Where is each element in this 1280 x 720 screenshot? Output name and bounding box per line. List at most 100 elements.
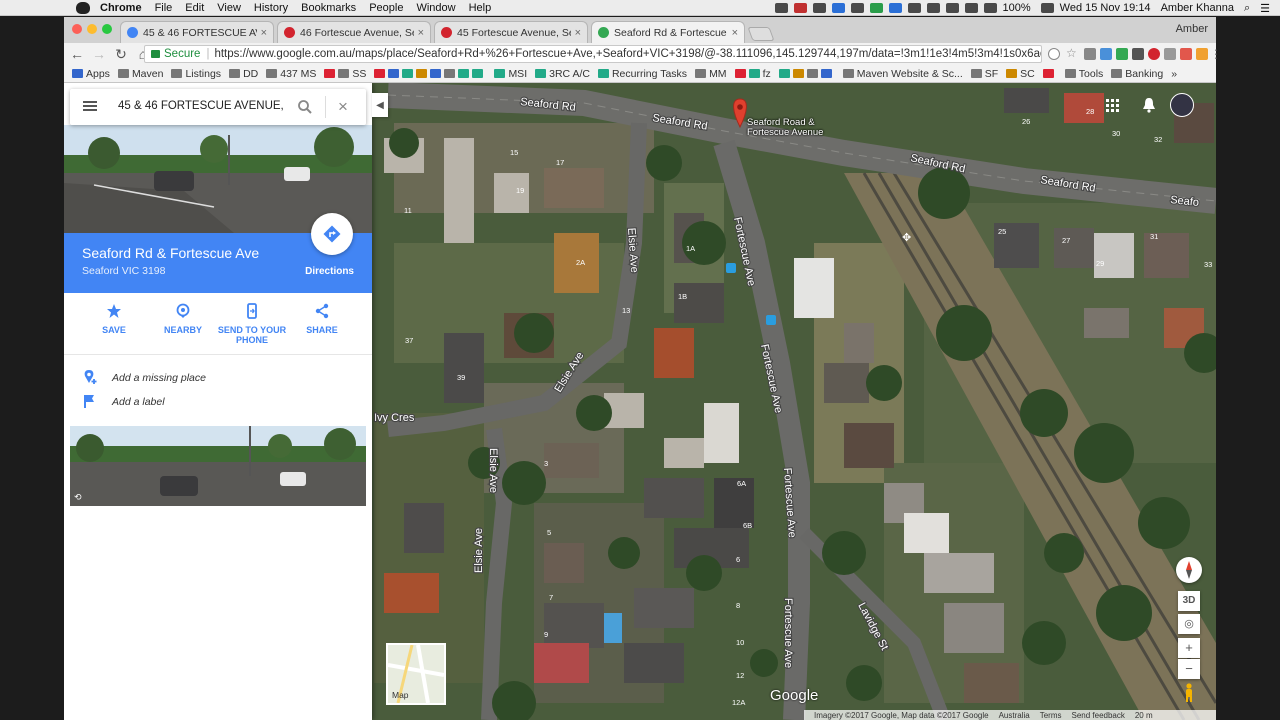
status-icon-3[interactable]	[812, 3, 826, 13]
bookmark-msi[interactable]: MSI	[494, 68, 527, 80]
bookmark-folder-437ms[interactable]: 437 MS	[266, 68, 316, 80]
zoom-in-button[interactable]: +	[1178, 638, 1200, 658]
bookmark-maven-website[interactable]: Maven Website & Sc...	[842, 68, 963, 80]
chrome-menu-icon[interactable]: ⋮	[1210, 48, 1222, 60]
add-missing-place-link[interactable]: Add a missing place	[82, 369, 206, 387]
directions-button[interactable]	[311, 213, 353, 255]
region-link[interactable]: Australia	[999, 711, 1030, 720]
tab-2[interactable]: 46 Fortescue Avenue, Seaford ×	[277, 21, 431, 43]
menu-app-chrome[interactable]: Chrome	[100, 2, 142, 14]
tab-close-icon[interactable]: ×	[732, 27, 738, 39]
spotlight-icon[interactable]: ⌕	[1244, 2, 1250, 15]
my-location-icon[interactable]: ◎	[1178, 614, 1200, 634]
zoom-out-button[interactable]: −	[1178, 659, 1200, 679]
tab-3[interactable]: 45 Fortescue Avenue, Seaford ×	[434, 21, 588, 43]
menu-file[interactable]: File	[155, 2, 173, 14]
forward-arrow-icon[interactable]: →	[90, 45, 108, 63]
menu-people[interactable]: People	[369, 2, 403, 14]
menu-history[interactable]: History	[254, 2, 288, 14]
map-view-toggle[interactable]: Map	[386, 643, 446, 705]
status-icon-6[interactable]	[888, 3, 902, 13]
terms-link[interactable]: Terms	[1040, 711, 1062, 720]
url-text[interactable]: https://www.google.com.au/maps/place/Sea…	[214, 48, 1041, 60]
bookmark-star-icon[interactable]: ☆	[1066, 47, 1078, 59]
bus-stop-icon[interactable]	[766, 315, 776, 325]
status-icon-1[interactable]	[774, 3, 788, 13]
reload-icon[interactable]: ↻	[112, 45, 130, 63]
bookmarks-overflow-chevron-icon[interactable]: »	[1171, 68, 1177, 80]
scale-bar[interactable]: 20 m	[1135, 711, 1153, 720]
extension-icon-4[interactable]	[1132, 48, 1144, 60]
street-view-thumbnail[interactable]: ⟲	[70, 426, 366, 506]
dropbox-icon[interactable]	[831, 3, 845, 13]
volume-icon[interactable]	[983, 3, 997, 13]
notifications-bell-icon[interactable]	[1142, 97, 1156, 113]
minimize-window-button[interactable]	[87, 24, 97, 34]
tab-close-icon[interactable]: ×	[418, 27, 424, 39]
tab-4-active[interactable]: Seaford Rd & Fortescue Ave - G ×	[591, 21, 745, 43]
compass-icon[interactable]	[1176, 557, 1202, 583]
apple-icon[interactable]	[76, 1, 90, 14]
new-tab-button[interactable]	[747, 27, 775, 41]
zoom-magnifier-icon[interactable]	[1048, 48, 1060, 60]
bookmark-folder-maven[interactable]: Maven	[117, 68, 163, 80]
bookmark-recurring-tasks[interactable]: Recurring Tasks	[597, 68, 687, 80]
status-icon-7[interactable]	[907, 3, 921, 13]
notification-center-icon[interactable]: ☰	[1260, 2, 1270, 15]
save-button[interactable]: SAVE	[74, 303, 154, 335]
add-label-link[interactable]: Add a label	[82, 393, 165, 411]
bookmark-folder-listings[interactable]: Listings	[171, 68, 221, 80]
apps-grid-icon[interactable]	[1106, 99, 1120, 113]
bookmark-sc[interactable]: SC	[1006, 68, 1035, 80]
bus-stop-icon[interactable]	[726, 263, 736, 273]
profile-name[interactable]: Amber	[1176, 23, 1208, 35]
bookmark-icon-row-2[interactable]	[778, 69, 835, 78]
bookmark-fz[interactable]: fz	[734, 68, 771, 80]
menu-edit[interactable]: Edit	[185, 2, 204, 14]
menu-help[interactable]: Help	[469, 2, 492, 14]
bookmark-folder-banking[interactable]: Banking	[1111, 68, 1163, 80]
nearby-button[interactable]: NEARBY	[143, 303, 223, 335]
menu-window[interactable]: Window	[416, 2, 455, 14]
menu-view[interactable]: View	[217, 2, 241, 14]
menubar-clock[interactable]: Wed 15 Nov 19:14	[1060, 2, 1151, 14]
extension-icon-3[interactable]	[1116, 48, 1128, 60]
bookmark-folder-dd[interactable]: DD	[229, 68, 258, 80]
extension-icon-7[interactable]	[1180, 48, 1192, 60]
bookmark-folder-tools[interactable]: Tools	[1064, 68, 1103, 80]
bookmark-3rc[interactable]: 3RC A/C	[535, 68, 590, 80]
extension-icon-1[interactable]	[1084, 48, 1096, 60]
tab-1[interactable]: 45 & 46 FORTESCUE AVENUE, SE ×	[120, 21, 274, 43]
bookmark-icon-row[interactable]	[374, 69, 486, 78]
bookmark-youtube[interactable]	[1042, 69, 1057, 78]
extension-icon-5[interactable]	[1148, 48, 1160, 60]
bluetooth-icon[interactable]	[945, 3, 959, 13]
bookmark-folder-mm[interactable]: MM	[695, 68, 727, 80]
close-icon[interactable]: ×	[338, 97, 348, 117]
address-bar[interactable]: Secure | https://www.google.com.au/maps/…	[144, 45, 1042, 63]
time-machine-icon[interactable]	[926, 3, 940, 13]
zoom-window-button[interactable]	[102, 24, 112, 34]
account-avatar[interactable]	[1170, 93, 1194, 117]
battery-icon[interactable]	[1040, 3, 1054, 13]
menu-bookmarks[interactable]: Bookmarks	[301, 2, 356, 14]
search-icon[interactable]	[297, 99, 313, 115]
battery-percent[interactable]: 100%	[1003, 2, 1031, 14]
pegman-icon[interactable]	[1182, 683, 1196, 703]
share-button[interactable]: SHARE	[282, 303, 362, 335]
search-input[interactable]: 45 & 46 FORTESCUE AVENUE, SEAFORD	[118, 100, 284, 112]
bookmark-apps[interactable]: Apps	[72, 68, 110, 80]
status-icon-2[interactable]	[793, 3, 807, 13]
bookmark-sf[interactable]: SF	[970, 68, 998, 80]
tilt-3d-button[interactable]: 3D	[1178, 591, 1200, 611]
menubar-user[interactable]: Amber Khanna	[1161, 2, 1234, 14]
extension-icon-8[interactable]	[1196, 48, 1208, 60]
bookmark-ss[interactable]: SS	[324, 68, 366, 80]
extension-icon-2[interactable]	[1100, 48, 1112, 60]
tab-close-icon[interactable]: ×	[575, 27, 581, 39]
wifi-icon[interactable]	[964, 3, 978, 13]
status-icon-5[interactable]	[869, 3, 883, 13]
back-arrow-icon[interactable]: ←	[68, 45, 86, 63]
hamburger-menu-icon[interactable]	[82, 98, 98, 114]
send-feedback-link[interactable]: Send feedback	[1071, 711, 1124, 720]
